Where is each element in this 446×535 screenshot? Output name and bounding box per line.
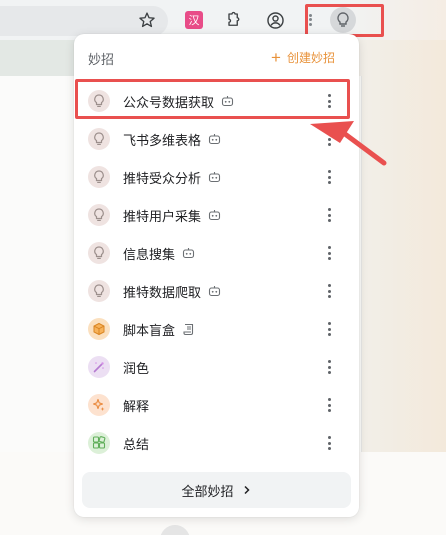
scroll-icon bbox=[182, 323, 195, 336]
trick-item[interactable]: 飞书多维表格 bbox=[74, 120, 359, 158]
trick-item[interactable]: 信息搜集 bbox=[74, 234, 359, 272]
grid-icon bbox=[88, 432, 110, 454]
row-highlight-box bbox=[75, 79, 350, 119]
bookmark-star-icon[interactable] bbox=[135, 8, 159, 32]
trick-item-label: 信息搜集 bbox=[123, 246, 176, 262]
extension-highlight-box bbox=[305, 4, 384, 37]
trick-item-label: 推特数据爬取 bbox=[123, 284, 202, 300]
extensions-puzzle-icon[interactable] bbox=[220, 8, 244, 32]
robot-icon bbox=[208, 133, 221, 145]
trick-item[interactable]: 总结 bbox=[74, 424, 359, 462]
robot-icon bbox=[208, 209, 221, 221]
trick-item[interactable]: 推特受众分析 bbox=[74, 158, 359, 196]
magic-wand-icon bbox=[88, 356, 110, 378]
chevron-right-icon bbox=[243, 485, 250, 495]
extension-pink-icon[interactable]: 汉 bbox=[182, 8, 206, 32]
lightbulb-icon bbox=[88, 204, 110, 226]
page-banner bbox=[0, 40, 76, 76]
trick-item-label: 飞书多维表格 bbox=[123, 132, 202, 148]
tricks-popup: 妙招 + 创建妙招 公众号数据获取 飞书多维表格 推特受众分析 推特用户采集 信息搜集推… bbox=[74, 34, 359, 517]
more-options-icon[interactable] bbox=[325, 359, 333, 375]
more-options-icon[interactable] bbox=[325, 169, 333, 185]
plus-icon: + bbox=[271, 47, 281, 67]
create-trick-button[interactable]: + 创建妙招 bbox=[271, 47, 335, 67]
more-options-icon[interactable] bbox=[325, 435, 333, 451]
cube-icon bbox=[88, 318, 110, 340]
trick-item-label: 总结 bbox=[123, 436, 150, 452]
trick-item[interactable]: 润色 bbox=[74, 348, 359, 386]
trick-item[interactable]: 脚本盲盒 bbox=[74, 310, 359, 348]
more-options-icon[interactable] bbox=[325, 245, 333, 261]
svg-text:汉: 汉 bbox=[189, 14, 200, 27]
robot-icon bbox=[182, 247, 195, 259]
trick-item-label: 解释 bbox=[123, 398, 150, 414]
more-options-icon[interactable] bbox=[325, 207, 333, 223]
more-options-icon[interactable] bbox=[325, 397, 333, 413]
more-options-icon[interactable] bbox=[325, 131, 333, 147]
more-options-icon[interactable] bbox=[325, 321, 333, 337]
tricks-list: 公众号数据获取 飞书多维表格 推特受众分析 推特用户采集 信息搜集 推特数据爬取 脚本盲盒润… bbox=[74, 82, 359, 462]
sparkle-icon bbox=[88, 394, 110, 416]
robot-icon bbox=[208, 285, 221, 297]
create-trick-label: 创建妙招 bbox=[286, 50, 335, 65]
trick-item[interactable]: 推特用户采集 bbox=[74, 196, 359, 234]
trick-item[interactable]: 解释 bbox=[74, 386, 359, 424]
trick-item-label: 润色 bbox=[123, 360, 150, 376]
lightbulb-icon bbox=[88, 166, 110, 188]
trick-item-label: 推特用户采集 bbox=[123, 208, 202, 224]
trick-item[interactable]: 推特数据爬取 bbox=[74, 272, 359, 310]
profile-avatar-icon[interactable] bbox=[263, 8, 287, 32]
lightbulb-icon bbox=[88, 242, 110, 264]
lightbulb-icon bbox=[88, 128, 110, 150]
more-options-icon[interactable] bbox=[325, 283, 333, 299]
all-tricks-button[interactable]: 全部妙招 bbox=[82, 472, 351, 508]
trick-item-label: 脚本盲盒 bbox=[123, 322, 176, 338]
popup-title: 妙招 bbox=[88, 52, 115, 67]
all-tricks-label: 全部妙招 bbox=[181, 483, 234, 499]
trick-item-label: 推特受众分析 bbox=[123, 170, 202, 186]
lightbulb-icon bbox=[88, 280, 110, 302]
robot-icon bbox=[208, 171, 221, 183]
